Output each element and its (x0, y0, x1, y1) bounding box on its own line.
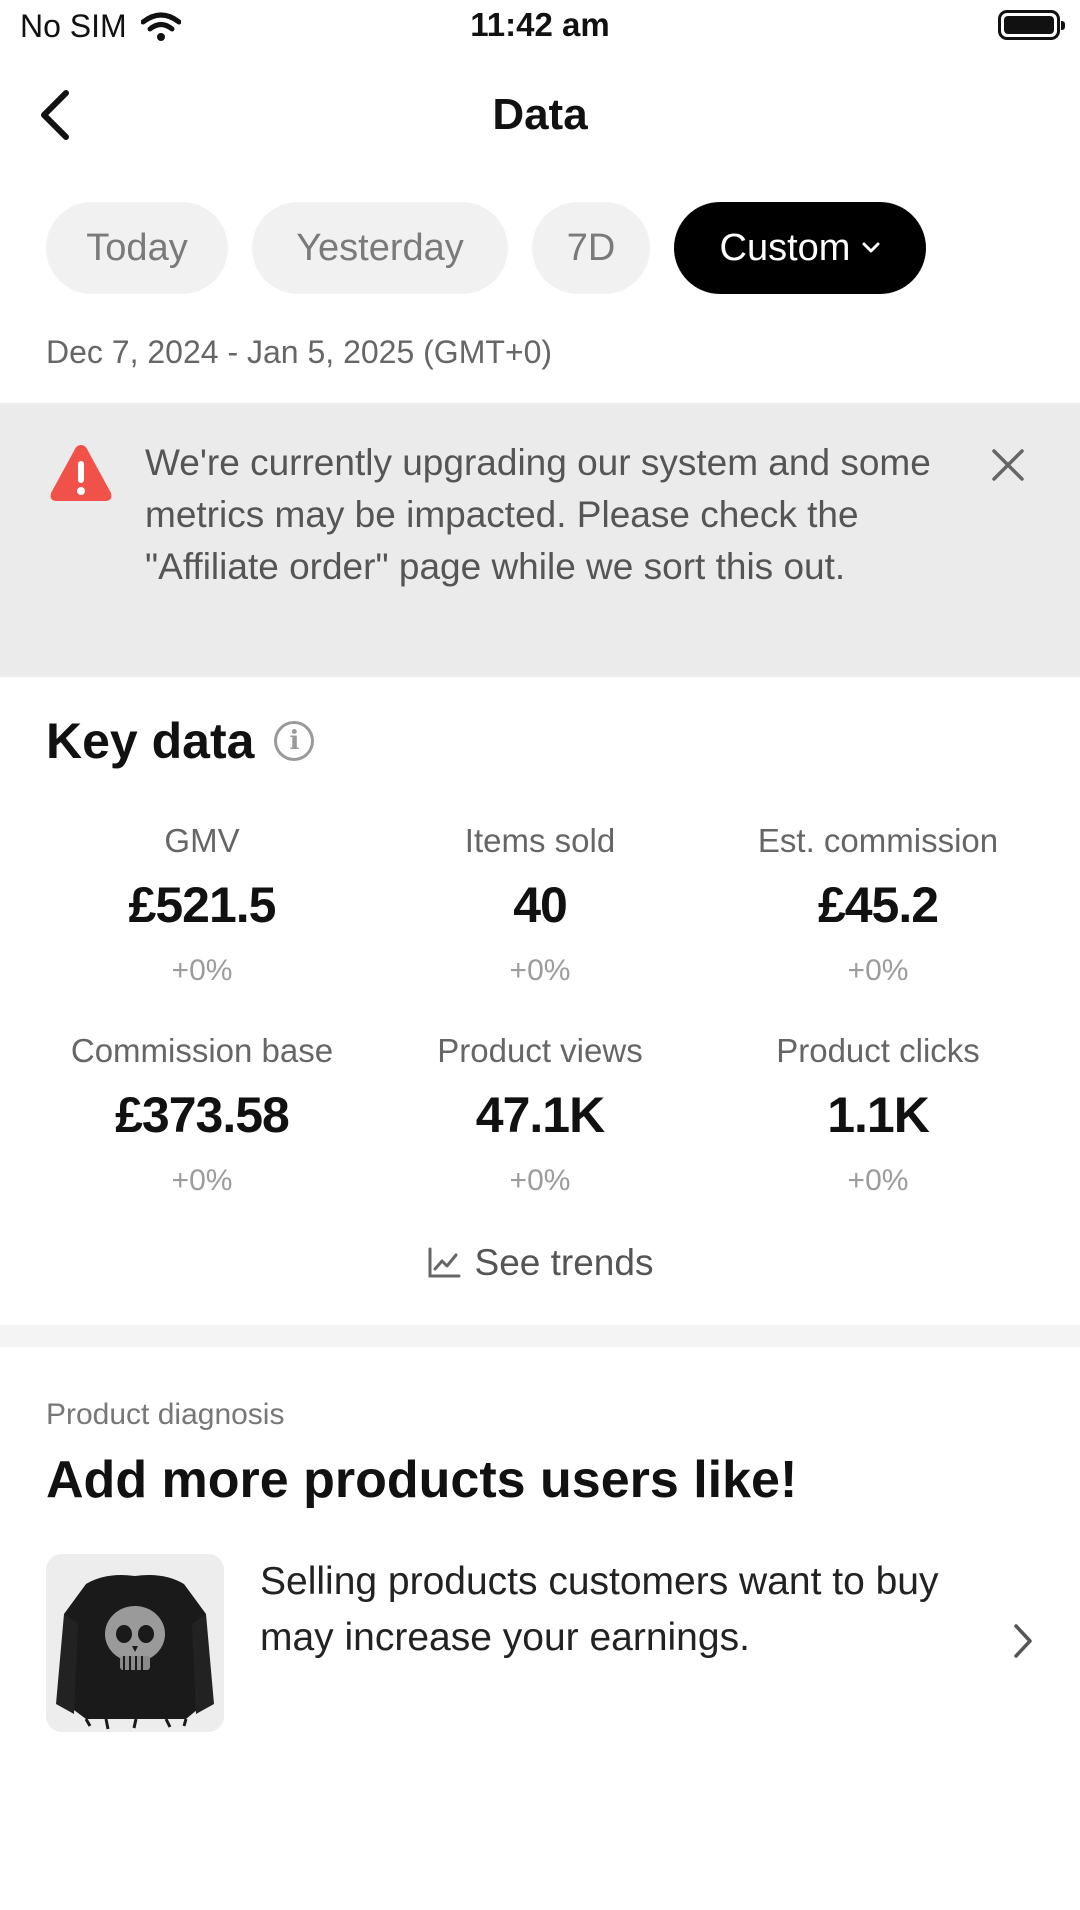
date-range: Dec 7, 2024 - Jan 5, 2025 (GMT+0) (46, 334, 553, 370)
metric-commission-base: Commission base £373.58 +0% (32, 1032, 372, 1198)
diagnosis-description: Selling products customers want to buy m… (260, 1560, 939, 1659)
warning-icon (50, 445, 112, 501)
metric-change: +0% (847, 954, 909, 987)
battery-icon (998, 10, 1065, 40)
metric-label: Commission base (70, 1032, 334, 1069)
status-right (998, 10, 1065, 40)
metric-label: Product views (437, 1032, 643, 1069)
metric-items-sold: Items sold 40 +0% (370, 822, 710, 988)
see-trends-link[interactable]: See trends (0, 1242, 1080, 1284)
info-icon[interactable]: i (274, 721, 315, 761)
key-data-title: Key data (46, 713, 255, 769)
nav-bar: Data (0, 60, 1080, 170)
metric-label: Product clicks (776, 1032, 980, 1069)
section-label: Product diagnosis (46, 1398, 285, 1431)
sweater-image (46, 1554, 224, 1732)
metric-label: Est. commission (757, 822, 999, 859)
section-title: Add more products users like! (46, 1451, 798, 1509)
metric-product-views: Product views 47.1K +0% (370, 1032, 710, 1198)
section-divider (0, 1325, 1080, 1347)
alert-message: We're currently upgrading our system and… (145, 442, 931, 587)
metric-value: £521.5 (128, 877, 277, 933)
alert-banner: We're currently upgrading our system and… (0, 403, 1080, 677)
tab-label: Today (86, 226, 188, 269)
see-trends-label: See trends (474, 1242, 654, 1283)
metric-value: 40 (513, 877, 568, 933)
product-thumbnail (46, 1554, 224, 1732)
tab-7d[interactable]: 7D (532, 202, 650, 294)
metric-label: GMV (164, 822, 240, 859)
metric-value: 47.1K (475, 1087, 605, 1143)
chevron-right-icon (1014, 1624, 1032, 1658)
tab-label: 7D (566, 226, 616, 269)
tab-yesterday[interactable]: Yesterday (252, 202, 508, 294)
tab-custom[interactable]: Custom (674, 202, 926, 294)
product-diagnosis-card[interactable]: Selling products customers want to buy m… (0, 1550, 1080, 1732)
metric-change: +0% (509, 1164, 571, 1197)
metric-change: +0% (171, 1164, 233, 1197)
tab-today[interactable]: Today (46, 202, 228, 294)
metric-change: +0% (171, 954, 233, 987)
metric-label: Items sold (464, 822, 616, 859)
metric-value: £373.58 (115, 1087, 290, 1143)
trend-chart-icon (428, 1247, 461, 1278)
chevron-down-icon (862, 242, 880, 253)
tab-label: Yesterday (296, 226, 464, 269)
metric-value: 1.1K (827, 1087, 930, 1143)
status-time: 11:42 am (470, 6, 610, 43)
metric-product-clicks: Product clicks 1.1K +0% (708, 1032, 1048, 1198)
close-icon[interactable] (986, 443, 1030, 487)
tab-label: Custom (719, 226, 851, 269)
key-data-heading: Key data i (46, 712, 315, 770)
metric-change: +0% (509, 954, 571, 987)
date-tabs: Today Yesterday 7D Custom (46, 202, 926, 294)
metric-value: £45.2 (817, 877, 939, 933)
status-bar: No SIM 11:42 am (0, 0, 1080, 50)
metric-gmv: GMV £521.5 +0% (32, 822, 372, 988)
page-title: Data (492, 90, 588, 139)
metric-change: +0% (847, 1164, 909, 1197)
metric-est-commission: Est. commission £45.2 +0% (708, 822, 1048, 988)
